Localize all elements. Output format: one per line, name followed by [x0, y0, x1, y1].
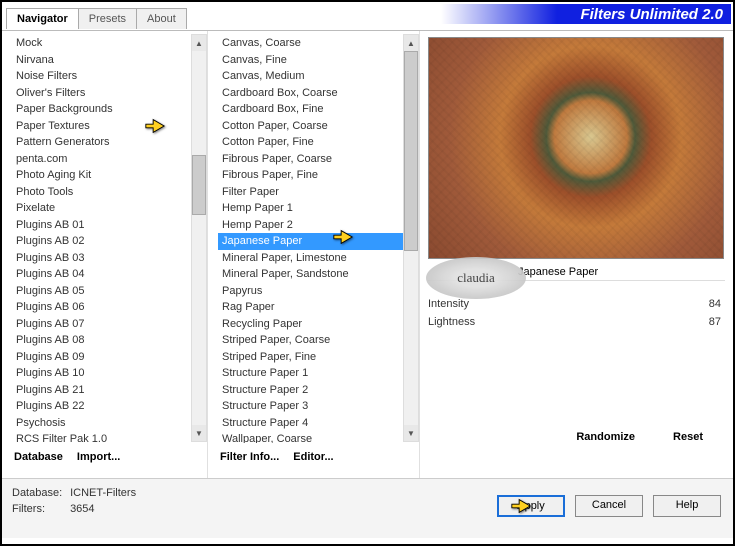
category-item[interactable]: Plugins AB 21	[12, 382, 207, 399]
category-item[interactable]: Plugins AB 02	[12, 233, 207, 250]
brand-title: Filters Unlimited 2.0	[580, 6, 723, 23]
tab-presets[interactable]: Presets	[78, 8, 137, 29]
filter-item[interactable]: Structure Paper 4	[218, 415, 419, 432]
scrollbar-col2[interactable]: ▲ ▼	[403, 34, 419, 442]
filter-item[interactable]: Recycling Paper	[218, 316, 419, 333]
param-lightness[interactable]: Lightness 87	[428, 313, 725, 331]
filters-count: 3654	[70, 503, 94, 515]
filter-item[interactable]: Cardboard Box, Coarse	[218, 85, 419, 102]
scroll-down-icon[interactable]: ▼	[192, 425, 206, 441]
filter-item[interactable]: Structure Paper 1	[218, 365, 419, 382]
apply-button[interactable]: Apply	[497, 495, 565, 517]
reset-button[interactable]: Reset	[669, 429, 707, 445]
filter-item[interactable]: Structure Paper 2	[218, 382, 419, 399]
category-item[interactable]: Pattern Generators	[12, 134, 207, 151]
category-item[interactable]: Nirvana	[12, 52, 207, 69]
scroll-down-icon[interactable]: ▼	[404, 425, 418, 441]
param-value: 84	[709, 298, 721, 310]
category-item[interactable]: penta.com	[12, 151, 207, 168]
filter-item[interactable]: Hemp Paper 1	[218, 200, 419, 217]
category-item[interactable]: Paper Backgrounds	[12, 101, 207, 118]
param-label: Intensity	[428, 298, 469, 310]
category-item[interactable]: Plugins AB 22	[12, 398, 207, 415]
category-item[interactable]: Psychosis	[12, 415, 207, 432]
category-item[interactable]: Paper Textures	[12, 118, 207, 135]
filter-item[interactable]: Striped Paper, Fine	[218, 349, 419, 366]
category-item[interactable]: Plugins AB 10	[12, 365, 207, 382]
tab-about[interactable]: About	[136, 8, 187, 29]
filter-item[interactable]: Japanese Paper	[218, 233, 419, 250]
param-value: 87	[709, 316, 721, 328]
filter-item[interactable]: Cotton Paper, Fine	[218, 134, 419, 151]
category-item[interactable]: Plugins AB 03	[12, 250, 207, 267]
category-item[interactable]: Photo Tools	[12, 184, 207, 201]
category-item[interactable]: Plugins AB 04	[12, 266, 207, 283]
filter-item[interactable]: Fibrous Paper, Fine	[218, 167, 419, 184]
filter-item[interactable]: Canvas, Medium	[218, 68, 419, 85]
category-item[interactable]: Plugins AB 01	[12, 217, 207, 234]
cancel-button[interactable]: Cancel	[575, 495, 643, 517]
filter-item[interactable]: Structure Paper 3	[218, 398, 419, 415]
watermark: claudia	[426, 257, 526, 299]
filter-item[interactable]: Wallpaper, Coarse	[218, 431, 419, 443]
tab-navigator[interactable]: Navigator	[6, 8, 79, 29]
category-item[interactable]: Plugins AB 07	[12, 316, 207, 333]
category-item[interactable]: Plugins AB 08	[12, 332, 207, 349]
filter-item[interactable]: Striped Paper, Coarse	[218, 332, 419, 349]
category-item[interactable]: Noise Filters	[12, 68, 207, 85]
filter-item[interactable]: Fibrous Paper, Coarse	[218, 151, 419, 168]
filter-item[interactable]: Canvas, Coarse	[218, 35, 419, 52]
scroll-thumb[interactable]	[192, 155, 206, 215]
filter-item[interactable]: Mineral Paper, Limestone	[218, 250, 419, 267]
brand-banner: Filters Unlimited 2.0	[441, 4, 731, 24]
filter-item[interactable]: Filter Paper	[218, 184, 419, 201]
scrollbar-col1[interactable]: ▲ ▼	[191, 34, 207, 442]
param-label: Lightness	[428, 316, 475, 328]
database-value: ICNET-Filters	[70, 487, 136, 499]
database-label: Database:	[12, 485, 67, 501]
scroll-thumb[interactable]	[404, 51, 418, 251]
filter-item[interactable]: Cardboard Box, Fine	[218, 101, 419, 118]
category-item[interactable]: RCS Filter Pak 1.0	[12, 431, 207, 443]
filter-item[interactable]: Hemp Paper 2	[218, 217, 419, 234]
editor-button[interactable]: Editor...	[289, 449, 337, 465]
filter-info-button[interactable]: Filter Info...	[216, 449, 283, 465]
filter-item[interactable]: Canvas, Fine	[218, 52, 419, 69]
filter-item[interactable]: Rag Paper	[218, 299, 419, 316]
scroll-up-icon[interactable]: ▲	[192, 35, 206, 51]
category-item[interactable]: Plugins AB 09	[12, 349, 207, 366]
category-item[interactable]: Oliver's Filters	[12, 85, 207, 102]
preview-image	[428, 37, 724, 259]
filter-list[interactable]: Canvas, CoarseCanvas, FineCanvas, Medium…	[208, 35, 419, 443]
category-item[interactable]: Pixelate	[12, 200, 207, 217]
help-button[interactable]: Help	[653, 495, 721, 517]
category-item[interactable]: Photo Aging Kit	[12, 167, 207, 184]
category-list[interactable]: MockNirvanaNoise FiltersOliver's Filters…	[2, 35, 207, 443]
import-button[interactable]: Import...	[73, 449, 124, 465]
category-item[interactable]: Plugins AB 06	[12, 299, 207, 316]
scroll-up-icon[interactable]: ▲	[404, 35, 418, 51]
category-item[interactable]: Plugins AB 05	[12, 283, 207, 300]
filter-item[interactable]: Cotton Paper, Coarse	[218, 118, 419, 135]
filter-item[interactable]: Papyrus	[218, 283, 419, 300]
category-item[interactable]: Mock	[12, 35, 207, 52]
filters-label: Filters:	[12, 501, 67, 517]
randomize-button[interactable]: Randomize	[572, 429, 639, 445]
filter-item[interactable]: Mineral Paper, Sandstone	[218, 266, 419, 283]
database-button[interactable]: Database	[10, 449, 67, 465]
